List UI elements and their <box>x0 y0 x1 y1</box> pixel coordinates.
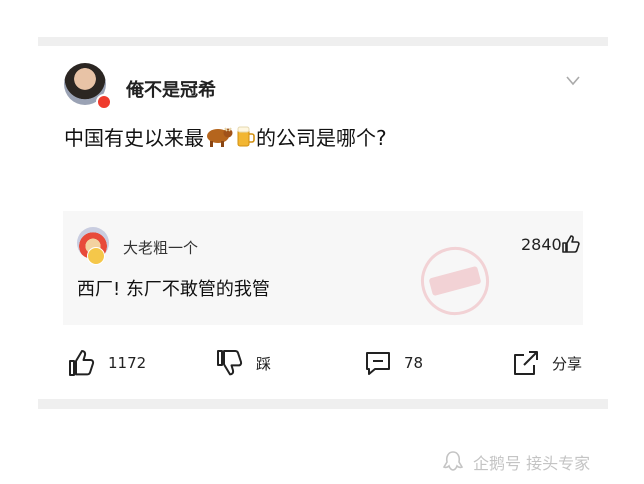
like-count: 1172 <box>108 354 147 372</box>
post-author-name[interactable]: 俺不是冠希 <box>126 76 216 102</box>
dislike-button[interactable]: 踩 <box>216 348 271 378</box>
post-card: 俺不是冠希 中国有史以来最 的公司是哪个? 大老粗一个 2840 西厂! 东厂不… <box>38 46 608 399</box>
chevron-down-icon[interactable] <box>566 76 580 86</box>
hot-comment[interactable]: 大老粗一个 2840 西厂! 东厂不敢管的我管 <box>63 211 583 325</box>
comment-text: 西厂! 东厂不敢管的我管 <box>77 279 270 300</box>
penguin-logo-icon <box>442 451 464 471</box>
thumbs-up-icon <box>69 350 95 376</box>
share-button[interactable]: 分享 <box>512 348 582 378</box>
bottom-divider-band <box>38 399 608 409</box>
like-button[interactable]: 1172 <box>68 348 146 378</box>
post-text-before: 中国有史以来最 <box>64 126 204 150</box>
post-text-after: 的公司是哪个? <box>256 126 387 150</box>
comment-button[interactable]: 78 <box>364 348 423 378</box>
cow-icon <box>204 124 234 153</box>
beer-icon <box>234 124 256 153</box>
thumbs-up-icon[interactable] <box>561 234 581 254</box>
post-question: 中国有史以来最 的公司是哪个? <box>64 122 387 153</box>
comment-count: 78 <box>404 354 424 372</box>
commenter-badge-icon <box>87 247 105 265</box>
shenping-stamp-icon <box>413 239 497 323</box>
top-divider-band <box>38 37 608 46</box>
verified-badge-icon <box>96 94 112 110</box>
source-watermark: 企鹅号 接头专家 <box>441 450 590 474</box>
share-label: 分享 <box>552 354 583 373</box>
comment-icon <box>366 352 390 375</box>
share-icon <box>514 351 538 375</box>
comment-like-count: 2840 <box>521 235 562 254</box>
commenter-name[interactable]: 大老粗一个 <box>123 237 198 258</box>
dislike-label: 踩 <box>256 354 272 373</box>
watermark-text: 企鹅号 接头专家 <box>473 454 591 473</box>
thumbs-down-icon <box>217 350 243 376</box>
